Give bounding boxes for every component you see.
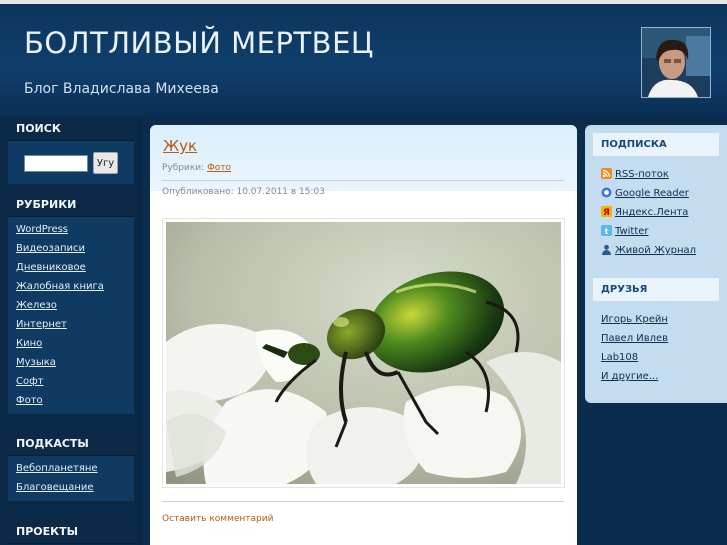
- subscribe-label-yandex: Яндекс.Лента: [615, 207, 689, 218]
- post-categories: Рубрики: Фото: [162, 163, 231, 173]
- post-header: Жук Рубрики: Фото: [150, 125, 577, 191]
- search-heading: ПОИСК: [8, 117, 134, 141]
- subscribe-list: RSS-поток Google Reader Я Яндекс.Лента tT…: [593, 156, 719, 260]
- friends-widget: ДРУЗЬЯ Игорь Крейн Павел Ивлев Lab108 И …: [593, 278, 719, 386]
- search-input[interactable]: [24, 155, 88, 172]
- friends-heading: ДРУЗЬЯ: [593, 278, 719, 301]
- svg-text:Я: Я: [603, 208, 610, 217]
- subscribe-link-rss[interactable]: RSS-поток: [593, 165, 719, 184]
- right-sidebar: ПОДПИСКА RSS-поток Google Reader Я Яндекс…: [585, 125, 727, 403]
- category-link-software[interactable]: Софт: [8, 372, 134, 391]
- leave-comment-link[interactable]: Оставить комментарий: [162, 514, 273, 524]
- post-divider: [162, 180, 564, 181]
- category-link-wordpress[interactable]: WordPress: [8, 220, 134, 239]
- subscribe-label-twitter: Twitter: [615, 226, 649, 237]
- projects-heading: ПРОЕКТЫ: [8, 520, 134, 544]
- post-categories-label: Рубрики:: [162, 163, 205, 173]
- friends-list: Игорь Крейн Павел Ивлев Lab108 И другие.…: [593, 301, 719, 386]
- search-widget: ПОИСК Угу: [8, 117, 134, 184]
- author-avatar[interactable]: [641, 27, 711, 98]
- main-content: Жук Рубрики: Фото Опубликовано: 10.07.20…: [150, 125, 577, 545]
- category-link-photo[interactable]: Фото: [8, 391, 134, 410]
- subscribe-link-google-reader[interactable]: Google Reader: [593, 184, 719, 203]
- projects-widget: ПРОЕКТЫ: [8, 520, 134, 544]
- twitter-icon: t: [601, 224, 612, 236]
- podcasts-widget: ПОДКАСТЫ Вебопланетяне Благовещание: [8, 432, 134, 501]
- subscribe-label-google-reader: Google Reader: [615, 188, 689, 199]
- post-date: Опубликовано: 10.07.2011 в 15:03: [162, 187, 325, 197]
- categories-widget: РУБРИКИ WordPress Видеозаписи Дневниково…: [8, 193, 134, 414]
- category-link-video[interactable]: Видеозаписи: [8, 239, 134, 258]
- subscribe-widget: ПОДПИСКА RSS-поток Google Reader Я Яндекс…: [593, 133, 719, 260]
- friend-link-pavel-ivlev[interactable]: Павел Ивлев: [593, 329, 719, 348]
- categories-heading: РУБРИКИ: [8, 193, 134, 217]
- category-link-diary[interactable]: Дневниковое: [8, 258, 134, 277]
- subscribe-label-rss: RSS-поток: [615, 169, 669, 180]
- category-link-hardware[interactable]: Железо: [8, 296, 134, 315]
- friend-link-lab108[interactable]: Lab108: [593, 348, 719, 367]
- subscribe-heading: ПОДПИСКА: [593, 133, 719, 156]
- podcast-link-blagoveshchanie[interactable]: Благовещание: [8, 478, 134, 497]
- left-sidebar: ПОИСК Угу РУБРИКИ WordPress Видеозаписи …: [0, 117, 142, 545]
- subscribe-link-twitter[interactable]: t Twitter: [593, 222, 719, 241]
- category-link-complaints[interactable]: Жалобная книга: [8, 277, 134, 296]
- podcast-link-webplanet[interactable]: Вебопланетяне: [8, 459, 134, 478]
- podcasts-heading: ПОДКАСТЫ: [8, 432, 134, 456]
- category-link-cinema[interactable]: Кино: [8, 334, 134, 353]
- subscribe-label-livejournal: Живой Журнал: [615, 245, 697, 256]
- post-title[interactable]: Жук: [163, 137, 197, 155]
- google-reader-icon: [601, 186, 612, 198]
- category-link-music[interactable]: Музыка: [8, 353, 134, 372]
- site-title[interactable]: БОЛТЛИВЫЙ МЕРТВЕЦ: [24, 26, 374, 60]
- post-category-link[interactable]: Фото: [207, 163, 231, 173]
- svg-text:t: t: [605, 227, 609, 236]
- subscribe-link-livejournal[interactable]: Живой Журнал: [593, 241, 719, 260]
- rss-icon: [601, 167, 612, 179]
- search-form: Угу: [8, 141, 134, 184]
- post-photo[interactable]: [162, 218, 565, 488]
- subscribe-link-yandex[interactable]: Я Яндекс.Лента: [593, 203, 719, 222]
- category-link-internet[interactable]: Интернет: [8, 315, 134, 334]
- friend-link-others[interactable]: И другие...: [593, 367, 719, 386]
- categories-list: WordPress Видеозаписи Дневниковое Жалобн…: [8, 217, 134, 414]
- search-button[interactable]: Угу: [93, 152, 118, 174]
- site-description: Блог Владислава Михеева: [24, 81, 219, 97]
- podcasts-list: Вебопланетяне Благовещание: [8, 456, 134, 501]
- site-header: БОЛТЛИВЫЙ МЕРТВЕЦ Блог Владислава Михеев…: [0, 4, 727, 117]
- livejournal-icon: [601, 243, 612, 255]
- yandex-icon: Я: [601, 205, 612, 218]
- friend-link-igor-krein[interactable]: Игорь Крейн: [593, 310, 719, 329]
- post-footer-divider: [162, 501, 564, 502]
